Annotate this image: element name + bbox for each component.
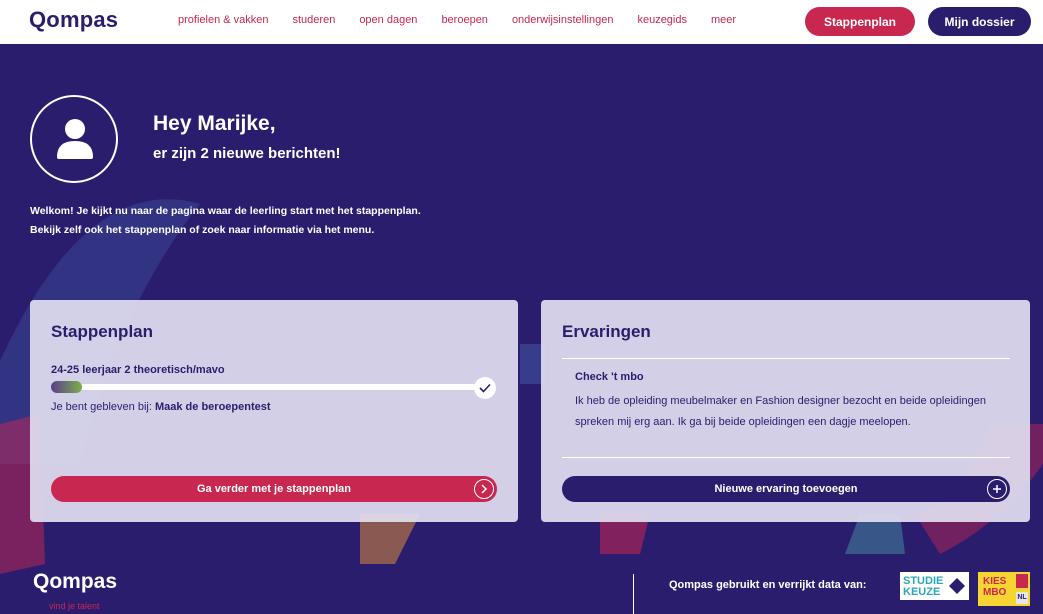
add-experience-label: Nieuwe ervaring toevoegen xyxy=(714,483,858,495)
plus-icon xyxy=(987,479,1007,499)
nav-studeren[interactable]: studeren xyxy=(293,14,336,26)
ervaringen-divider-top xyxy=(562,358,1010,359)
main-nav: profielen & vakken studeren open dagen b… xyxy=(178,14,760,26)
continue-stappenplan-button[interactable]: Ga verder met je stappenplan xyxy=(51,476,497,502)
continue-stappenplan-label: Ga verder met je stappenplan xyxy=(196,483,352,495)
kiesmbo-accent xyxy=(1016,574,1028,588)
resume-step: Maak de beroepentest xyxy=(154,401,271,413)
avatar xyxy=(30,95,118,183)
new-messages-text[interactable]: er zijn 2 nieuwe berichten! xyxy=(153,145,341,162)
top-navigation: Qompas profielen & vakken studeren open … xyxy=(0,0,1043,44)
kiesmbo-line-1: KIES xyxy=(983,576,1007,587)
studiekeuze-line-2: KEUZE xyxy=(903,586,941,598)
user-icon xyxy=(57,119,93,159)
experience-text: Ik heb de opleiding meubelmaker en Fashi… xyxy=(575,395,986,428)
mijn-dossier-button[interactable]: Mijn dossier xyxy=(928,7,1031,36)
stappenplan-button[interactable]: Stappenplan xyxy=(805,7,915,36)
add-experience-button[interactable]: Nieuwe ervaring toevoegen xyxy=(562,476,1010,502)
progress-fill xyxy=(51,381,82,393)
studiekeuze-line-1: STUDIE xyxy=(903,575,944,587)
ervaringen-card: Ervaringen Check 't mbo Ik heb de opleid… xyxy=(541,300,1030,522)
progress-track xyxy=(51,381,491,393)
studiekeuze-mark-icon xyxy=(949,578,965,594)
studiekeuze-logo[interactable]: STUDIE KEUZE xyxy=(900,572,969,600)
qompas-logo[interactable]: Qompas xyxy=(29,7,118,33)
footer-logo[interactable]: Qompas xyxy=(33,570,117,594)
resume-prefix: Je bent gebleven bij: xyxy=(51,401,152,413)
intro-text: Welkom! Je kijkt nu naar de pagina waar … xyxy=(30,202,550,240)
main-area: Hey Marijke, er zijn 2 nieuwe berichten!… xyxy=(0,44,1043,614)
nav-meer[interactable]: meer xyxy=(711,14,736,26)
stappenplan-title: Stappenplan xyxy=(51,322,154,341)
finish-check-icon xyxy=(474,377,496,399)
data-partners-text: Qompas gebruikt en verrijkt data van: xyxy=(669,579,867,591)
ervaringen-title: Ervaringen xyxy=(562,322,651,341)
resume-text: Je bent gebleven bij: Maak de beroepente… xyxy=(51,401,271,413)
chevron-right-icon xyxy=(474,479,494,499)
kiesmbo-nl: NL xyxy=(1016,592,1028,604)
stappenplan-card: Stappenplan 24-25 leerjaar 2 theoretisch… xyxy=(30,300,518,522)
nav-keuzegids[interactable]: keuzegids xyxy=(637,14,687,26)
nav-beroepen[interactable]: beroepen xyxy=(441,14,488,26)
nav-onderwijsinstellingen[interactable]: onderwijsinstellingen xyxy=(512,14,614,26)
nav-profielen-vakken[interactable]: profielen & vakken xyxy=(178,14,269,26)
kiesmbo-line-2: MBO xyxy=(983,587,1007,598)
footer-separator xyxy=(633,574,634,614)
intro-line-2: Bekijk zelf ook het stappenplan of zoek … xyxy=(30,224,375,236)
ervaringen-divider-bottom xyxy=(562,457,1010,458)
kiesmbo-logo[interactable]: KIES MBO NL xyxy=(978,572,1030,606)
experience-title[interactable]: Check 't mbo xyxy=(575,371,644,383)
plan-year-label: 24-25 leerjaar 2 theoretisch/mavo xyxy=(51,364,225,376)
greeting-heading: Hey Marijke, xyxy=(153,112,276,135)
nav-open-dagen[interactable]: open dagen xyxy=(359,14,417,26)
intro-line-1: Welkom! Je kijkt nu naar de pagina waar … xyxy=(30,205,421,217)
footer-tagline: vind je talent xyxy=(49,601,100,611)
